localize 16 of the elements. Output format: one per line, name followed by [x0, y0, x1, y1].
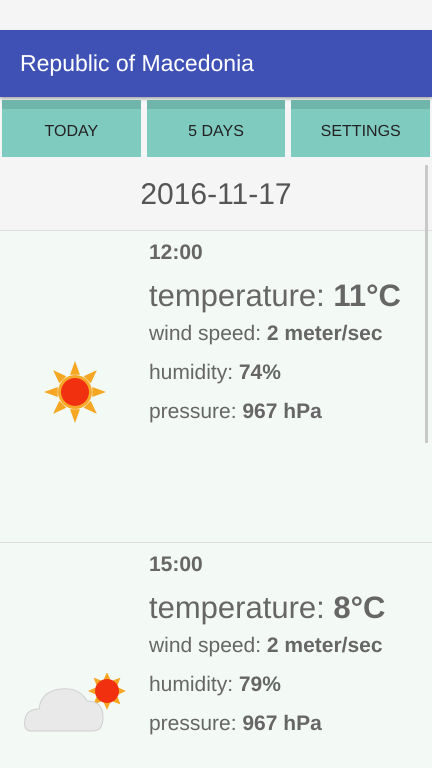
wind-speed-text: wind speed: 2 meter/sec: [149, 634, 384, 658]
pressure-text: pressure: 967 hPa: [149, 712, 323, 736]
humidity-text: humidity: 79%: [149, 673, 282, 698]
wind-speed-text: wind speed: 2 meter/sec: [149, 322, 384, 346]
sun-icon: [42, 360, 106, 424]
nav-button[interactable]: SETTINGS: [291, 100, 430, 157]
pressure-text: pressure: 967 hPa: [149, 400, 323, 424]
temperature-text: temperature: 8°C: [149, 589, 386, 626]
forecast-time: 15:00: [149, 553, 204, 577]
cloud-sun-icon: [22, 672, 126, 734]
nav-button[interactable]: 5 DAYS: [146, 100, 286, 157]
nav-button[interactable]: TODAY: [2, 100, 141, 157]
forecast-time: 12:00: [149, 241, 204, 265]
app-title: Republic of Macedonia: [20, 50, 254, 77]
humidity-text: humidity: 74%: [149, 361, 282, 386]
temperature-text: temperature: 11°C: [149, 277, 402, 314]
